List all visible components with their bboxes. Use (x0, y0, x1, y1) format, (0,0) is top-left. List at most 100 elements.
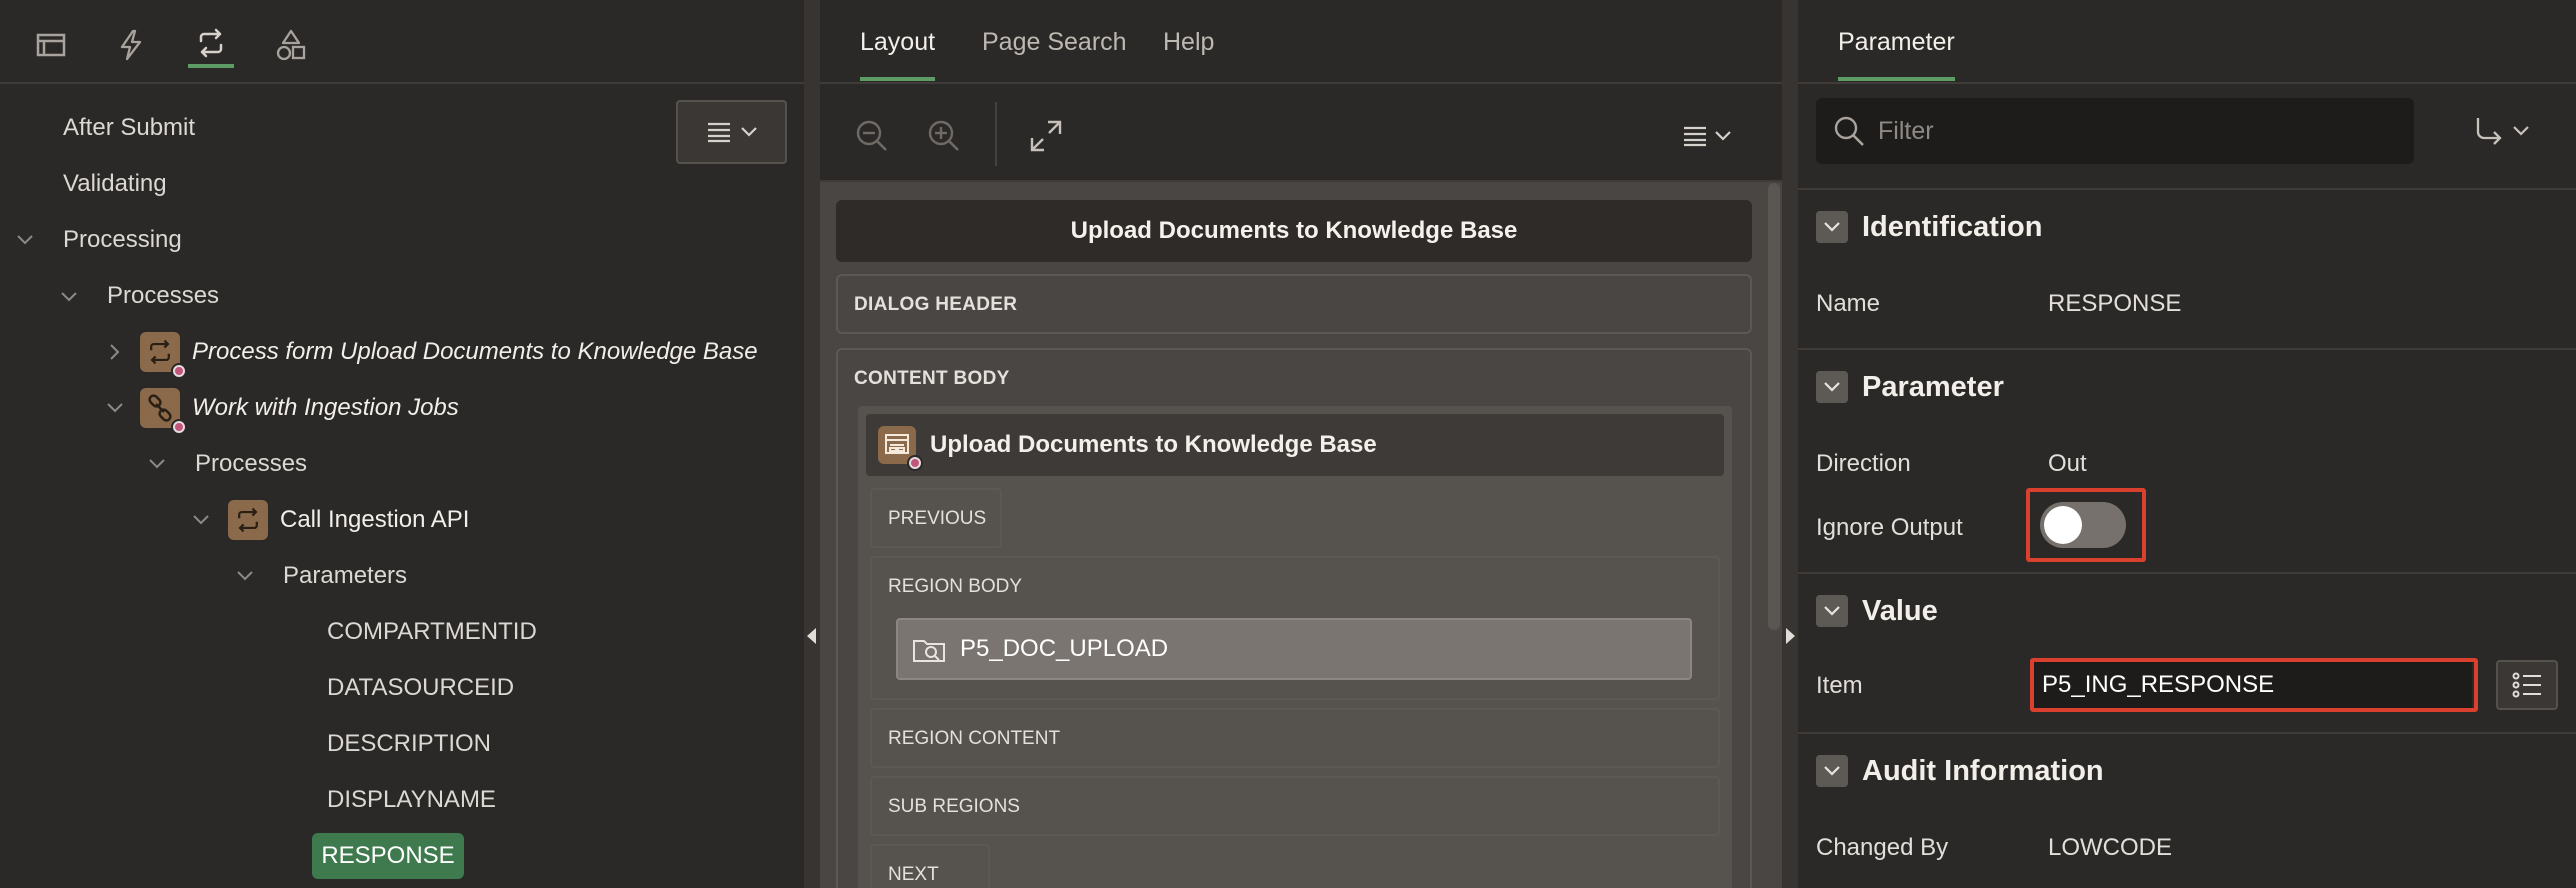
collapse-icon[interactable] (1816, 755, 1848, 787)
go-to-group-button[interactable] (2472, 108, 2552, 154)
tab-dynamic-actions[interactable] (108, 22, 154, 68)
tree-label: After Submit (63, 114, 196, 141)
tab-page-search[interactable]: Page Search (982, 28, 1127, 57)
next-position[interactable]: NEXT (870, 844, 990, 888)
region-header[interactable]: Upload Documents to Knowledge Base (866, 414, 1724, 476)
page-item-doc-upload[interactable]: P5_DOC_UPLOAD (896, 618, 1692, 680)
position-label: REGION CONTENT (888, 728, 1061, 749)
direction-label: Direction (1816, 450, 1911, 477)
position-label: REGION BODY (888, 576, 1023, 597)
layout-menu-button[interactable] (1682, 116, 1742, 156)
tree-node-process-form[interactable]: Process form Upload Documents to Knowled… (192, 326, 758, 378)
tree-node-processes-sub[interactable]: Processes (195, 438, 307, 490)
dialog-header-region[interactable]: DIALOG HEADER (836, 274, 1752, 334)
item-label: P5_DOC_UPLOAD (960, 635, 1169, 662)
tree-node-param[interactable]: COMPARTMENTID (327, 606, 537, 658)
menu-lines-icon (1684, 126, 1706, 147)
collapse-icon[interactable] (1816, 211, 1848, 243)
chevron-down-icon[interactable] (14, 229, 36, 251)
changed-by-label: Changed By (1816, 834, 1949, 861)
section-title: Value (1862, 594, 1938, 627)
layout-toolbar (820, 86, 1782, 182)
tree-node-param[interactable]: DISPLAYNAME (327, 774, 496, 826)
region-label: DIALOG HEADER (854, 294, 1018, 315)
chevron-down-icon[interactable] (104, 397, 126, 419)
collapse-left-icon[interactable] (807, 628, 816, 644)
tree-node-work-with-ingestion[interactable]: Work with Ingestion Jobs (192, 382, 459, 434)
layout-canvas[interactable]: Upload Documents to Knowledge Base DIALO… (820, 182, 1782, 888)
highlight-box (2030, 658, 2478, 712)
tree-node-param[interactable]: DATASOURCEID (327, 662, 514, 714)
region-icon (878, 426, 923, 471)
tab-processing[interactable] (188, 22, 234, 68)
filter-input[interactable] (1878, 116, 2378, 146)
previous-position[interactable]: PREVIOUS (870, 488, 1002, 548)
status-dot-icon (171, 419, 187, 435)
zoom-out-icon[interactable] (852, 116, 892, 156)
tree-label: Processes (195, 450, 308, 477)
sub-regions-position[interactable]: SUB REGIONS (870, 776, 1720, 836)
chevron-down-icon[interactable] (146, 453, 168, 475)
tab-rendering[interactable] (28, 22, 74, 68)
toolbar-divider (995, 102, 997, 166)
tree-node-processes[interactable]: Processes (107, 270, 219, 322)
tree-node-processing[interactable]: Processing (63, 214, 182, 266)
tree-label: DATASOURCEID (327, 674, 515, 701)
tree-node-call-ingestion-api[interactable]: Call Ingestion API (280, 494, 469, 546)
page-title-bar[interactable]: Upload Documents to Knowledge Base (836, 200, 1752, 262)
chevron-down-icon[interactable] (58, 286, 80, 308)
tree-label: Call Ingestion API (280, 506, 470, 533)
filter-field[interactable] (1816, 98, 2414, 164)
chevron-down-icon[interactable] (234, 565, 256, 587)
section-identification[interactable]: Identification (1798, 188, 2576, 264)
tree-label: Processing (63, 226, 182, 253)
tree-menu-button[interactable] (676, 100, 787, 164)
rendering-tree-panel: After Submit Validating Processing Proce… (0, 0, 804, 888)
tree-label: Work with Ingestion Jobs (192, 394, 459, 421)
tree-node-validating[interactable]: Validating (63, 158, 167, 210)
zoom-in-icon[interactable] (924, 116, 964, 156)
position-label: PREVIOUS (888, 508, 987, 529)
tree-label: Process form Upload Documents to Knowled… (192, 338, 758, 365)
item-list-button[interactable] (2496, 660, 2558, 710)
expand-icon[interactable] (1026, 116, 1066, 156)
tree-node-after-submit[interactable]: After Submit (63, 102, 195, 154)
section-audit[interactable]: Audit Information (1798, 732, 2576, 808)
tree-node-parameters[interactable]: Parameters (283, 550, 407, 602)
property-editor-panel: Parameter Identification Name RESPONSE P… (1798, 0, 2576, 888)
panel-splitter-left[interactable] (804, 0, 820, 888)
position-label: NEXT (888, 864, 939, 885)
region-content-position[interactable]: REGION CONTENT (870, 708, 1720, 768)
processing-icon (199, 28, 223, 58)
canvas-scrollbar[interactable] (1768, 183, 1780, 630)
tree-label: Parameters (283, 562, 408, 589)
section-parameter[interactable]: Parameter (1798, 348, 2576, 424)
chevron-right-icon[interactable] (104, 341, 126, 363)
ignore-output-label: Ignore Output (1816, 514, 1963, 541)
item-label: Item (1816, 672, 1863, 699)
region-title: Upload Documents to Knowledge Base (930, 431, 1377, 458)
section-title: Parameter (1862, 370, 2004, 403)
section-value[interactable]: Value (1798, 572, 2576, 648)
tree-label: Processes (107, 282, 220, 309)
tree-label: RESPONSE (321, 842, 455, 869)
link-process-icon (140, 388, 187, 435)
tab-parameter[interactable]: Parameter (1838, 28, 1955, 81)
region-label: CONTENT BODY (854, 368, 1010, 389)
collapse-right-icon[interactable] (1786, 628, 1795, 644)
chevron-down-icon[interactable] (190, 509, 212, 531)
collapse-icon[interactable] (1816, 595, 1848, 627)
collapse-icon[interactable] (1816, 371, 1848, 403)
tree-node-response-selected[interactable]: RESPONSE (312, 833, 464, 879)
search-icon (1834, 116, 1864, 146)
chevron-down-icon (2513, 126, 2529, 136)
panel-splitter-right[interactable] (1782, 0, 1798, 888)
chevron-down-icon (740, 127, 757, 137)
left-tab-bar (0, 0, 804, 84)
process-icon (140, 332, 187, 379)
tab-layout[interactable]: Layout (860, 28, 936, 81)
tree-node-param[interactable]: DESCRIPTION (327, 718, 491, 770)
tab-shared-components[interactable] (268, 22, 314, 68)
tab-help[interactable]: Help (1163, 28, 1214, 57)
name-label: Name (1816, 290, 1881, 317)
